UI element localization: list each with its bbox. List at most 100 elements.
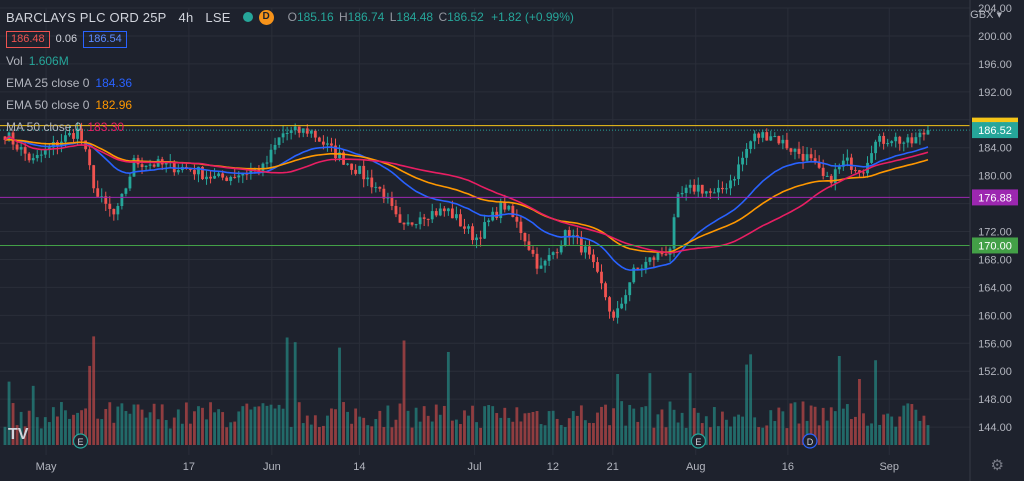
tradingview-logo-icon: TV <box>8 426 29 443</box>
x-axis-label: Jun <box>263 461 281 473</box>
candle-body <box>837 166 841 170</box>
last-price-label: 186.52 <box>978 125 1012 137</box>
volume-bar <box>197 406 200 445</box>
volume-bar <box>503 407 507 445</box>
candle-body <box>426 218 430 220</box>
volume-bar <box>467 415 470 445</box>
symbol-name[interactable]: BARCLAYS PLC ORD 25P <box>6 11 167 24</box>
volume-bar <box>160 404 164 445</box>
candle-body <box>773 136 777 138</box>
volume-bar <box>321 425 325 445</box>
candle-body <box>809 154 813 159</box>
candle-body <box>434 211 438 216</box>
candle-body <box>507 205 511 210</box>
volume-bar <box>511 421 515 445</box>
candle-body <box>588 246 591 255</box>
candle-body <box>463 226 466 229</box>
volume-bar <box>116 406 120 445</box>
ema25-legend[interactable]: EMA 25 close 0 184.36 <box>6 72 574 94</box>
volume-bar <box>886 413 890 445</box>
volume-bar <box>205 419 208 445</box>
candle-body <box>684 187 688 194</box>
price-level-label: 170.00 <box>978 240 1012 252</box>
volume-bar <box>600 406 603 445</box>
volume-bar <box>845 404 849 445</box>
candle-body <box>692 184 696 192</box>
dividend-badge-icon[interactable]: D <box>258 9 274 25</box>
volume-bar <box>547 411 551 445</box>
volume-bar <box>862 413 865 445</box>
volume-bar <box>890 416 894 445</box>
volume-bar <box>632 408 636 445</box>
interval-label[interactable]: 4h <box>179 11 194 24</box>
candle-body <box>374 186 378 188</box>
volume-bar <box>233 421 237 445</box>
candle-body <box>777 136 781 144</box>
y-axis-label: 192.00 <box>978 87 1012 99</box>
candle-body <box>35 155 39 159</box>
candle-body <box>233 176 237 178</box>
volume-bar <box>773 421 777 445</box>
volume-bar <box>245 403 249 445</box>
volume-bar <box>454 419 458 445</box>
ma50-legend[interactable]: MA 50 close 0 183.30 <box>6 116 574 138</box>
volume-bar <box>406 410 410 445</box>
candle-body <box>39 154 43 156</box>
volume-bar <box>442 405 446 445</box>
ask-box[interactable]: 186.54 <box>83 30 127 48</box>
candle-body <box>608 297 611 312</box>
currency-selector[interactable]: GBX ▾ <box>970 8 1002 21</box>
volume-bar <box>237 411 241 445</box>
candle-body <box>112 208 116 215</box>
volume-bar <box>297 402 301 445</box>
volume-bar <box>789 403 793 445</box>
volume-bar <box>277 404 281 445</box>
x-axis-label: 12 <box>547 461 559 473</box>
x-axis-label: 14 <box>353 461 365 473</box>
candle-body <box>366 177 370 180</box>
candle-body <box>471 226 474 241</box>
volume-legend[interactable]: Vol 1.606M <box>6 50 574 72</box>
volume-bar <box>88 365 92 445</box>
candle-body <box>583 246 587 253</box>
candle-body <box>926 130 930 135</box>
ema25-value: 184.36 <box>95 76 133 90</box>
market-status-dot <box>242 12 253 22</box>
candle-body <box>870 153 873 163</box>
candle-body <box>596 262 599 272</box>
bid-box[interactable]: 186.48 <box>6 30 50 48</box>
candle-body <box>116 206 120 215</box>
candle-body <box>483 222 487 239</box>
volume-bar <box>858 379 861 445</box>
candle-body <box>644 261 648 269</box>
volume-bar <box>180 423 184 445</box>
ema50-legend[interactable]: EMA 50 close 0 182.96 <box>6 94 574 116</box>
volume-bar <box>475 422 478 445</box>
volume-bar <box>592 423 595 445</box>
y-axis-label: 160.00 <box>978 310 1012 322</box>
gear-icon[interactable]: ⚙ <box>991 456 1004 474</box>
volume-bar <box>519 421 523 445</box>
candle-body <box>894 136 898 142</box>
volume-bar <box>588 422 591 445</box>
candle-body <box>600 271 603 284</box>
candle-body <box>708 191 712 193</box>
volume-bar <box>398 403 402 445</box>
volume-bar <box>281 408 285 445</box>
volume-bar <box>132 404 136 445</box>
candle-body <box>906 137 910 143</box>
candle-body <box>914 137 918 144</box>
volume-bar <box>269 404 273 445</box>
ohlc-values: O185.16 H186.74 L184.48 C186.52 +1.82 (+… <box>287 10 574 24</box>
volume-bar <box>156 419 160 445</box>
volume-bar <box>757 427 761 445</box>
candle-body <box>205 176 208 180</box>
y-axis-label: 144.00 <box>978 422 1012 434</box>
volume-bar <box>51 407 55 445</box>
volume-bar <box>688 373 692 445</box>
volume-bar <box>241 406 245 445</box>
volume-bar <box>459 424 462 445</box>
candle-body <box>454 214 458 219</box>
candle-body <box>362 165 366 180</box>
volume-bar <box>309 424 313 445</box>
